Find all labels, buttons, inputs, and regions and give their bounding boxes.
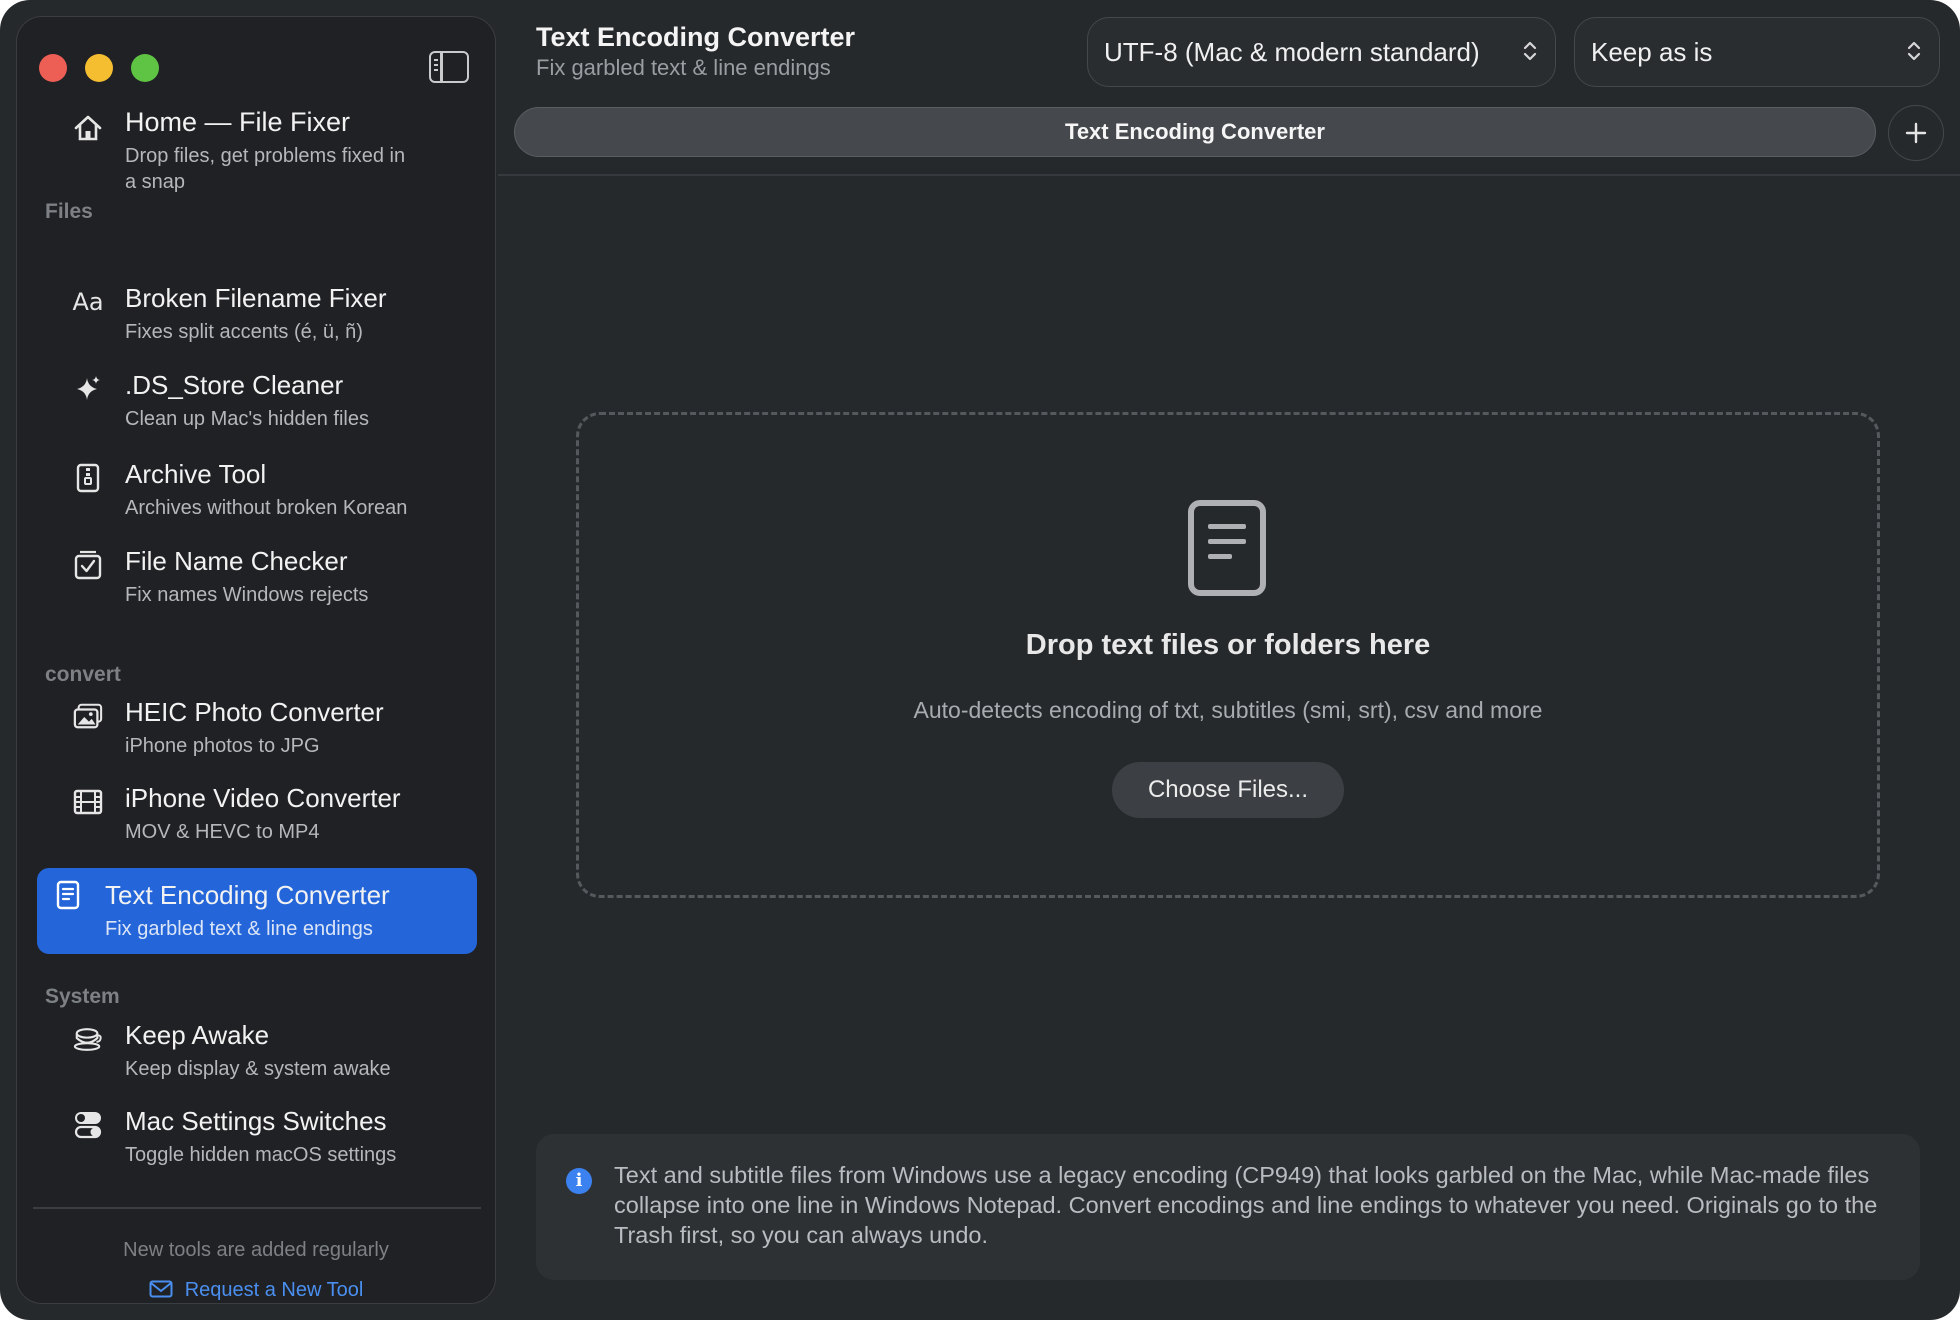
drop-zone-subtitle: Auto-detects encoding of txt, subtitles … [913, 697, 1543, 723]
sidebar-item-home[interactable]: Home — File Fixer Drop files, get proble… [37, 107, 477, 207]
up-down-chevron-icon [1523, 40, 1537, 64]
sidebar-item-title: Mac Settings Switches [125, 1106, 387, 1136]
sidebar-item-subtitle: Fixes split accents (é, ü, ñ) [125, 321, 363, 343]
request-new-tool-label: Request a New Tool [184, 1279, 364, 1301]
sidebar-item-subtitle: a snap [125, 171, 186, 193]
tab-label: Text Encoding Converter [1065, 119, 1325, 144]
minimize-window-button[interactable] [85, 54, 113, 82]
sidebar-item-subtitle: Clean up Mac's hidden files [125, 408, 369, 430]
house-icon [73, 113, 103, 143]
info-text: Text and subtitle files from Windows use… [614, 1162, 1878, 1248]
document-icon [1188, 500, 1266, 596]
toggles-icon [73, 1110, 103, 1140]
tab-text-encoding-converter[interactable]: Text Encoding Converter [514, 107, 1876, 157]
sidebar-item-subtitle: Toggle hidden macOS settings [125, 1144, 397, 1166]
encoding-select[interactable]: UTF-8 (Mac & modern standard) [1087, 17, 1556, 87]
app-window: Home — File Fixer Drop files, get proble… [0, 0, 1960, 1320]
sidebar-item-title: File Name Checker [125, 546, 348, 576]
envelope-icon [149, 1277, 173, 1301]
coffee-cup-icon [73, 1024, 103, 1054]
sidebar-item-title: Broken Filename Fixer [125, 283, 387, 313]
info-box: i Text and subtitle files from Windows u… [536, 1134, 1920, 1280]
checklist-icon [73, 550, 103, 580]
sidebar-item-subtitle: Fix names Windows rejects [125, 584, 369, 606]
sidebar-item-subtitle: iPhone photos to JPG [125, 735, 320, 757]
encoding-select-value: UTF-8 (Mac & modern standard) [1104, 36, 1480, 67]
sidebar-item-subtitle: Fix garbled text & line endings [105, 918, 373, 940]
sidebar-item-title: Home — File Fixer [125, 107, 351, 137]
sidebar-item-subtitle: Keep display & system awake [125, 1058, 391, 1080]
sidebar-item-subtitle: MOV & HEVC to MP4 [125, 821, 320, 843]
sidebar-item-mac-settings-switches[interactable]: Mac Settings Switches Toggle hidden macO… [37, 1106, 477, 1196]
sidebar-item-text-encoding-converter[interactable]: Text Encoding Converter Fix garbled text… [37, 868, 477, 954]
sidebar-item-title: Keep Awake [125, 1020, 270, 1050]
request-new-tool-link[interactable]: Request a New Tool [17, 1277, 495, 1302]
film-icon [73, 787, 103, 817]
sidebar-toggle-icon[interactable] [429, 51, 469, 83]
up-down-chevron-icon [1907, 40, 1921, 64]
text-aa-icon: Aa [72, 288, 104, 316]
sidebar-divider [33, 1207, 481, 1209]
line-ending-select-value: Keep as is [1591, 36, 1713, 67]
zoom-window-button[interactable] [131, 54, 159, 82]
document-icon [53, 880, 83, 910]
choose-files-button[interactable]: Choose Files... [1112, 762, 1344, 818]
archive-icon [73, 463, 103, 493]
sidebar-item-broken-filename-fixer[interactable]: Aa Broken Filename Fixer Fixes split acc… [37, 283, 477, 373]
sidebar-item-title: Text Encoding Converter [105, 880, 390, 910]
sparkle-icon [73, 374, 103, 404]
close-window-button[interactable] [39, 54, 67, 82]
footer-note: New tools are added regularly [123, 1239, 389, 1261]
sidebar-item-subtitle: Archives without broken Korean [125, 497, 408, 519]
header-divider [498, 174, 1960, 176]
sidebar-item-ds-store-cleaner[interactable]: .DS_Store Cleaner Clean up Mac's hidden … [37, 370, 477, 460]
page-subtitle: Fix garbled text & line endings [536, 55, 831, 80]
info-icon: i [566, 1168, 592, 1194]
sidebar-item-keep-awake[interactable]: Keep Awake Keep display & system awake [37, 1020, 477, 1110]
section-label-files: Files [45, 200, 93, 223]
sidebar-item-iphone-video-converter[interactable]: iPhone Video Converter MOV & HEVC to MP4 [37, 783, 477, 873]
sidebar-item-title: .DS_Store Cleaner [125, 370, 344, 400]
line-ending-select[interactable]: Keep as is [1574, 17, 1940, 87]
sidebar-item-title: iPhone Video Converter [125, 783, 401, 813]
drop-zone-title: Drop text files or folders here [1025, 629, 1431, 661]
page-title: Text Encoding Converter [536, 22, 856, 52]
section-label-convert: convert [45, 663, 121, 686]
sidebar-item-title: Archive Tool [125, 459, 267, 489]
sidebar-item-file-name-checker[interactable]: File Name Checker Fix names Windows reje… [37, 546, 477, 636]
sidebar-item-archive-tool[interactable]: Archive Tool Archives without broken Kor… [37, 459, 477, 549]
section-label-system: System [45, 985, 120, 1008]
add-tab-button[interactable] [1888, 105, 1944, 161]
sidebar-item-subtitle: Drop files, get problems fixed in [125, 145, 406, 167]
